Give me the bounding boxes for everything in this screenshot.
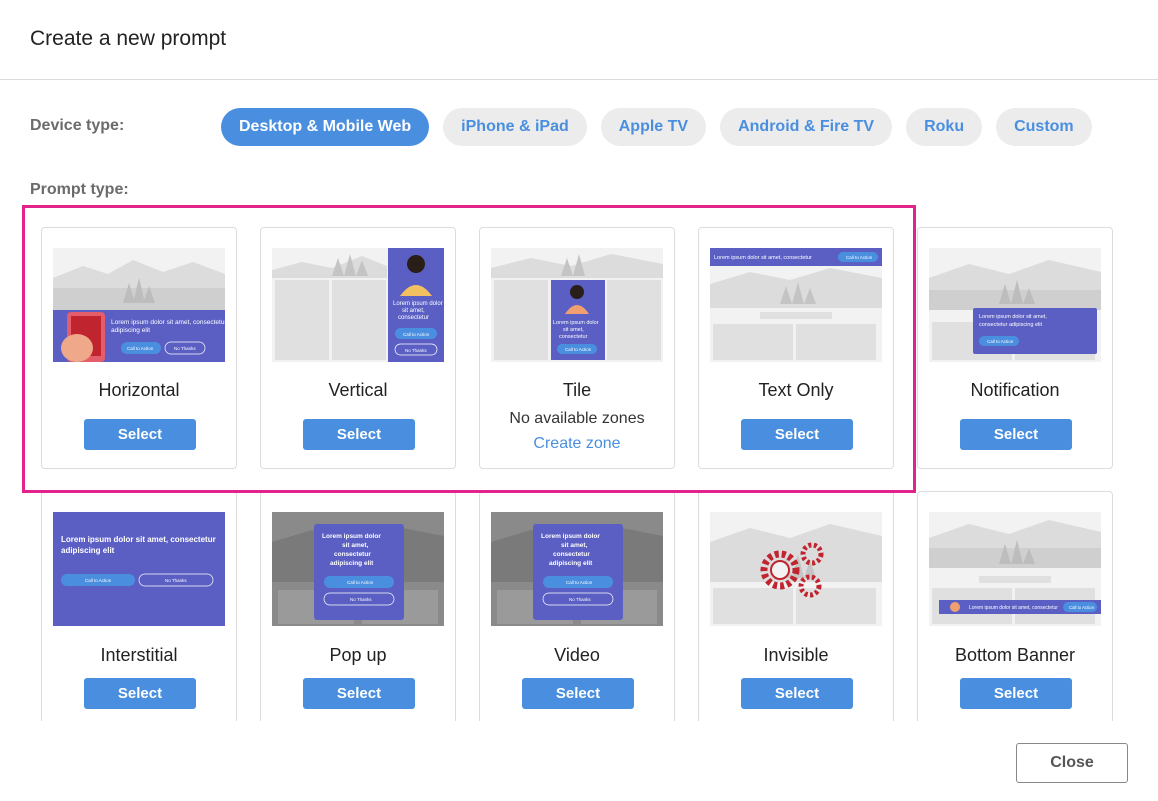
select-notification-button[interactable]: Select xyxy=(960,419,1072,450)
invisible-thumbnail xyxy=(710,512,882,626)
pop-up-thumbnail: Lorem ipsum dolor sit amet, consectetur … xyxy=(272,512,444,626)
prompt-card-video: Lorem ipsum dolor sit amet, consectetur … xyxy=(479,491,675,721)
svg-text:No Thanks: No Thanks xyxy=(350,597,372,602)
prompt-card-pop-up: Lorem ipsum dolor sit amet, consectetur … xyxy=(260,491,456,721)
device-option-iphone-ipad[interactable]: iPhone & iPad xyxy=(443,108,587,146)
select-invisible-button[interactable]: Select xyxy=(741,678,853,709)
svg-text:adipiscing elit: adipiscing elit xyxy=(330,560,374,567)
card-title: Video xyxy=(554,645,600,665)
svg-text:Lorem ipsum dolor sit amet,: Lorem ipsum dolor sit amet, xyxy=(979,314,1047,320)
prompt-card-bottom-banner: Lorem ipsum dolor sit amet, consectetur … xyxy=(917,491,1113,721)
svg-text:consectetur adipiscing elit: consectetur adipiscing elit xyxy=(979,322,1042,328)
svg-text:No Thanks: No Thanks xyxy=(569,597,591,602)
svg-text:Lorem ipsum dolor: Lorem ipsum dolor xyxy=(541,533,600,540)
notification-thumbnail: Lorem ipsum dolor sit amet, consectetur … xyxy=(929,248,1101,362)
dialog-header: Create a new prompt xyxy=(0,0,1158,80)
svg-text:Lorem ipsum dolor: Lorem ipsum dolor xyxy=(322,533,381,540)
svg-text:No Thanks: No Thanks xyxy=(165,578,187,583)
device-option-custom[interactable]: Custom xyxy=(996,108,1092,146)
svg-text:consectetur: consectetur xyxy=(334,551,371,558)
dialog-title: Create a new prompt xyxy=(30,27,227,50)
prompt-card-notification: Lorem ipsum dolor sit amet, consectetur … xyxy=(917,227,1113,469)
prompt-card-invisible: Invisible Select xyxy=(698,491,894,721)
card-title: Pop up xyxy=(329,645,387,665)
device-option-roku[interactable]: Roku xyxy=(906,108,983,146)
svg-text:Lorem ipsum dolor sit amet, co: Lorem ipsum dolor sit amet, consectetur xyxy=(61,535,216,544)
select-bottom-banner-button[interactable]: Select xyxy=(960,678,1072,709)
prompt-type-label: Prompt type: xyxy=(30,181,129,198)
svg-text:adipiscing elit: adipiscing elit xyxy=(61,546,115,555)
device-option-android-fire-tv[interactable]: Android & Fire TV xyxy=(720,108,893,146)
svg-text:consectetur: consectetur xyxy=(553,551,590,558)
svg-text:Call to Action: Call to Action xyxy=(347,580,374,585)
card-title: Invisible xyxy=(763,645,829,665)
svg-text:sit amet,: sit amet, xyxy=(342,542,369,549)
select-pop-up-button[interactable]: Select xyxy=(303,678,415,709)
card-title: Notification xyxy=(970,380,1060,400)
card-title: Interstitial xyxy=(100,645,178,665)
svg-text:adipiscing elit: adipiscing elit xyxy=(549,560,593,567)
close-button[interactable]: Close xyxy=(1016,743,1128,783)
select-video-button[interactable]: Select xyxy=(522,678,634,709)
card-title: Bottom Banner xyxy=(954,645,1076,665)
bottom-banner-thumbnail: Lorem ipsum dolor sit amet, consectetur … xyxy=(929,512,1101,626)
svg-text:Call to Action: Call to Action xyxy=(1069,605,1095,610)
device-type-label: Device type: xyxy=(30,117,125,134)
device-type-selector: Desktop & Mobile Web iPhone & iPad Apple… xyxy=(221,108,1092,146)
device-option-apple-tv[interactable]: Apple TV xyxy=(600,108,707,146)
svg-text:Call to Action: Call to Action xyxy=(566,580,593,585)
svg-text:Call to Action: Call to Action xyxy=(85,578,112,583)
highlight-box xyxy=(22,205,916,493)
select-interstitial-button[interactable]: Select xyxy=(84,678,196,709)
device-option-desktop-mobile-web[interactable]: Desktop & Mobile Web xyxy=(221,108,430,146)
prompt-card-interstitial: Lorem ipsum dolor sit amet, consectetur … xyxy=(41,491,237,721)
svg-text:sit amet,: sit amet, xyxy=(561,542,588,549)
video-thumbnail: Lorem ipsum dolor sit amet, consectetur … xyxy=(491,512,663,626)
svg-text:Call to Action: Call to Action xyxy=(987,339,1014,344)
svg-text:Lorem ipsum dolor sit amet, co: Lorem ipsum dolor sit amet, consectetur xyxy=(969,605,1058,611)
interstitial-thumbnail: Lorem ipsum dolor sit amet, consectetur … xyxy=(53,512,225,626)
